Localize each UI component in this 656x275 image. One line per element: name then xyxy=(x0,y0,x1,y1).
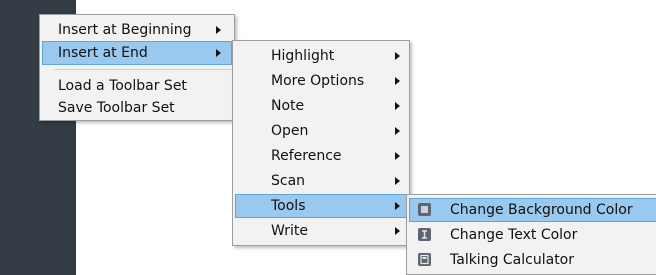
text-color-icon xyxy=(418,228,431,241)
submenu-item-change-text-color[interactable]: Change Text Color xyxy=(409,223,656,247)
submenu-arrow-icon xyxy=(395,202,400,210)
menu-item-label: Open xyxy=(271,123,309,139)
submenu-item-highlight[interactable]: Highlight xyxy=(235,44,407,68)
menu-item-label: Insert at End xyxy=(58,45,148,61)
calculator-icon xyxy=(418,253,431,266)
submenu-item-change-background-color[interactable]: Change Background Color xyxy=(409,198,656,222)
submenu-item-reference[interactable]: Reference xyxy=(235,144,407,168)
menu-item-save-toolbar-set[interactable]: Save Toolbar Set xyxy=(42,96,232,120)
menu-item-label: Insert at Beginning xyxy=(58,22,192,38)
submenu-arrow-icon xyxy=(395,77,400,85)
menu-separator xyxy=(54,69,232,70)
submenu-item-open[interactable]: Open xyxy=(235,119,407,143)
submenu-item-talking-calculator[interactable]: Talking Calculator xyxy=(409,248,656,272)
menu-item-insert-at-beginning[interactable]: Insert at Beginning xyxy=(42,18,232,42)
submenu-arrow-icon xyxy=(216,26,221,34)
menu-item-label: Change Text Color xyxy=(450,227,578,243)
menu-item-label: Change Background Color xyxy=(450,202,633,218)
menu-item-label: Tools xyxy=(271,198,306,214)
submenu-arrow-icon xyxy=(395,177,400,185)
menu-item-label: Highlight xyxy=(271,48,335,64)
submenu-arrow-icon xyxy=(395,102,400,110)
menu-item-label: Write xyxy=(271,223,308,239)
menu-item-label: More Options xyxy=(271,73,365,89)
submenu-item-write[interactable]: Write xyxy=(235,219,407,243)
menu-item-label: Talking Calculator xyxy=(450,252,575,268)
submenu-item-tools[interactable]: Tools xyxy=(235,194,407,218)
context-menu: Insert at Beginning Insert at End Load a… xyxy=(39,14,235,121)
menu-item-label: Load a Toolbar Set xyxy=(58,78,187,94)
submenu-tools: Change Background Color Change Text Colo… xyxy=(406,194,656,275)
menu-item-insert-at-end[interactable]: Insert at End xyxy=(42,41,232,65)
menu-item-label: Note xyxy=(271,98,305,114)
background-color-icon xyxy=(418,203,431,216)
submenu-item-note[interactable]: Note xyxy=(235,94,407,118)
menu-item-label: Scan xyxy=(271,173,306,189)
submenu-insert-at-end: Highlight More Options Note Open Referen… xyxy=(232,40,410,246)
submenu-arrow-icon xyxy=(395,127,400,135)
submenu-item-more-options[interactable]: More Options xyxy=(235,69,407,93)
menu-item-label: Save Toolbar Set xyxy=(58,100,175,116)
submenu-arrow-icon xyxy=(216,49,221,57)
submenu-arrow-icon xyxy=(395,52,400,60)
menu-item-label: Reference xyxy=(271,148,342,164)
submenu-arrow-icon xyxy=(395,152,400,160)
submenu-item-scan[interactable]: Scan xyxy=(235,169,407,193)
submenu-arrow-icon xyxy=(395,227,400,235)
menu-item-load-toolbar-set[interactable]: Load a Toolbar Set xyxy=(42,74,232,98)
